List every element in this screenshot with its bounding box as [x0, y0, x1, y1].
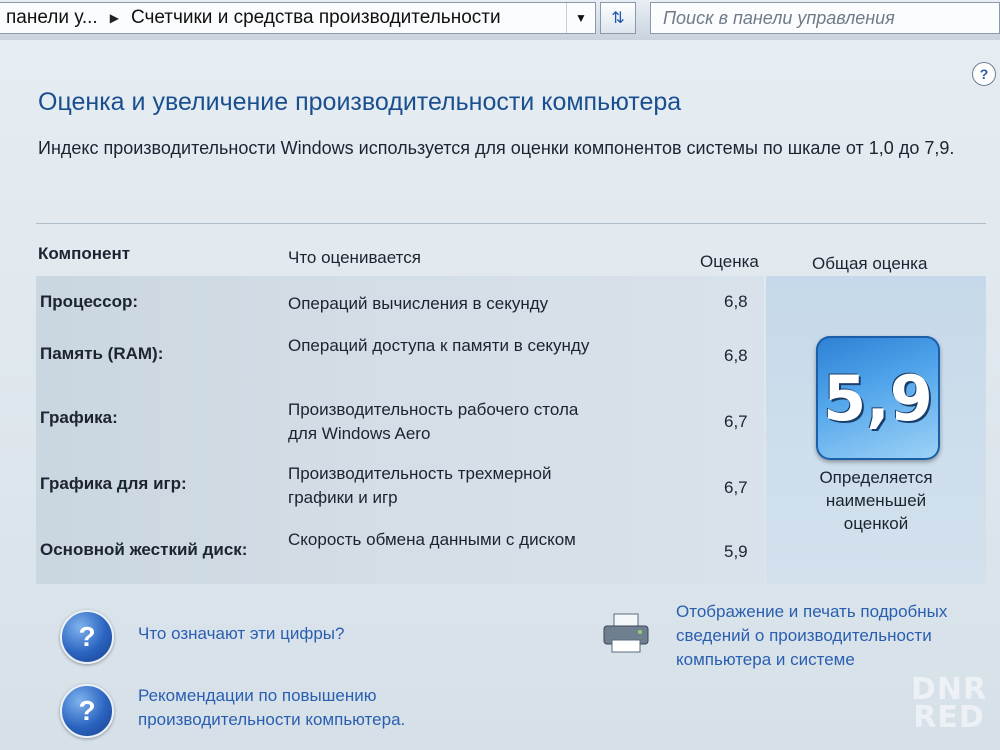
row-score: 6,7 — [724, 478, 748, 497]
row-what: Операций доступа к памяти в секунду — [288, 336, 590, 355]
address-bar: панели у... ▶ Счетчики и средства произв… — [0, 0, 1000, 41]
row-component: Память (RAM): — [40, 344, 164, 363]
watermark: DNR RED — [910, 672, 988, 735]
divider — [36, 223, 986, 224]
chevron-down-icon[interactable]: ▼ — [566, 3, 595, 33]
page-description: Индекс производительности Windows исполь… — [38, 138, 955, 158]
row-component: Графика: — [40, 408, 118, 427]
row-score: 6,7 — [724, 412, 748, 431]
search-input[interactable]: Поиск в панели управления — [650, 2, 1000, 34]
header-score: Оценка — [700, 252, 759, 271]
overall-score-badge: 5,9 — [816, 336, 940, 460]
row-what: Скорость обмена данными с диском — [288, 530, 576, 549]
row-component: Основной жесткий диск: — [40, 540, 248, 559]
breadcrumb-separator-icon[interactable]: ▶ — [104, 11, 125, 25]
breadcrumb-parent[interactable]: панели у... — [0, 7, 104, 29]
overall-score-caption: Определяется наименьшей оценкой — [819, 468, 933, 533]
refresh-button[interactable]: ⇅ — [600, 2, 636, 34]
printer-icon[interactable] — [600, 612, 652, 656]
refresh-icon: ⇅ — [611, 10, 625, 27]
row-score: 6,8 — [724, 292, 748, 311]
row-component: Графика для игр: — [40, 474, 187, 493]
help-question-icon[interactable]: ? — [60, 610, 114, 664]
breadcrumb[interactable]: панели у... ▶ Счетчики и средства произв… — [0, 2, 596, 34]
link-print-details[interactable]: Отображение и печать подробных сведений … — [676, 600, 986, 672]
help-question-icon[interactable]: ? — [60, 684, 114, 738]
breadcrumb-current[interactable]: Счетчики и средства производительности — [125, 7, 507, 29]
row-what: Операций вычисления в секунду — [288, 294, 549, 313]
link-what-numbers[interactable]: Что означают эти цифры? — [138, 622, 344, 646]
row-score: 6,8 — [724, 346, 748, 365]
header-what: Что оценивается — [288, 248, 421, 267]
header-overall: Общая оценка — [812, 254, 928, 273]
row-score: 5,9 — [724, 542, 748, 561]
link-recommendations[interactable]: Рекомендации по повышению производительн… — [138, 684, 458, 732]
header-component: Компонент — [38, 244, 131, 263]
help-icon[interactable]: ? — [972, 62, 996, 86]
page-title: Оценка и увеличение производительности к… — [38, 88, 682, 116]
row-component: Процессор: — [40, 292, 139, 311]
row-what: Производительность рабочего стола для Wi… — [288, 400, 579, 443]
row-what: Производительность трехмерной графики и … — [288, 464, 552, 507]
